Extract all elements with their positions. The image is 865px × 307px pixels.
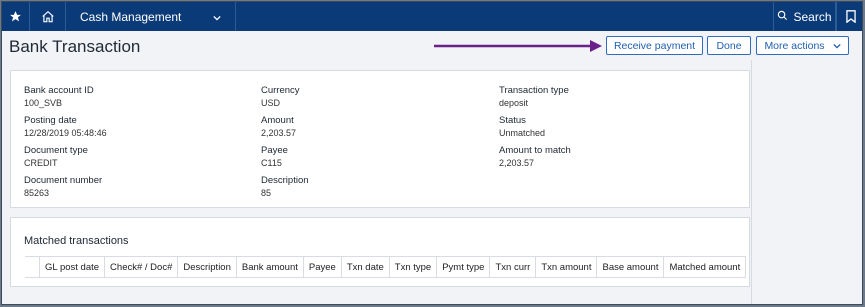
nav-spacer bbox=[236, 2, 774, 31]
field-value: 100_SVB bbox=[24, 98, 63, 108]
page-title: Bank Transaction bbox=[9, 37, 141, 56]
column-header[interactable]: Bank amount bbox=[237, 257, 304, 277]
matched-transactions-panel: Matched transactions GL post date Check#… bbox=[10, 217, 750, 287]
column-header[interactable]: GL post date bbox=[40, 257, 106, 277]
search-button[interactable]: Search bbox=[774, 2, 836, 31]
field-document-number: Document number 85263 bbox=[24, 174, 102, 200]
field-value: deposit bbox=[499, 98, 529, 108]
field-value: CREDIT bbox=[24, 158, 58, 168]
field-payee: Payee C115 bbox=[261, 144, 288, 170]
panel-divider bbox=[751, 60, 752, 304]
chevron-down-icon bbox=[213, 10, 221, 24]
column-header[interactable]: Txn curr bbox=[490, 257, 537, 277]
more-actions-label: More actions bbox=[764, 39, 825, 52]
table-row-selector-column bbox=[25, 257, 40, 277]
column-header[interactable]: Txn type bbox=[390, 257, 438, 277]
field-label: Currency bbox=[261, 85, 300, 96]
column-header[interactable]: Base amount bbox=[597, 257, 665, 277]
transaction-details-panel: Bank account ID 100_SVB Posting date 12/… bbox=[10, 70, 750, 208]
field-amount: Amount 2,203.57 bbox=[261, 114, 296, 140]
field-label: Status bbox=[499, 115, 526, 126]
module-dropdown[interactable]: Cash Management bbox=[66, 2, 236, 31]
matched-table-header: GL post date Check# / Doc# Description B… bbox=[25, 256, 747, 278]
field-label: Amount bbox=[261, 115, 294, 126]
bookmark-icon[interactable] bbox=[836, 2, 862, 31]
field-label: Posting date bbox=[24, 115, 77, 126]
module-label: Cash Management bbox=[80, 9, 182, 24]
receive-payment-button[interactable]: Receive payment bbox=[606, 36, 703, 55]
field-label: Payee bbox=[261, 145, 288, 156]
field-amount-to-match: Amount to match 2,203.57 bbox=[499, 144, 571, 170]
search-icon bbox=[777, 10, 788, 24]
section-title: Matched transactions bbox=[24, 235, 129, 247]
column-header[interactable]: Check# / Doc# bbox=[105, 257, 179, 277]
column-header[interactable]: Matched amount bbox=[664, 257, 747, 277]
field-label: Description bbox=[261, 175, 309, 186]
field-value: 2,203.57 bbox=[261, 128, 297, 138]
field-posting-date: Posting date 12/28/2019 05:48:46 bbox=[24, 114, 107, 140]
home-icon[interactable] bbox=[30, 2, 66, 31]
annotation-arrow-icon bbox=[434, 40, 602, 52]
field-value: 12/28/2019 05:48:46 bbox=[24, 128, 107, 138]
field-transaction-type: Transaction type deposit bbox=[499, 84, 569, 110]
chevron-down-icon bbox=[832, 40, 841, 52]
column-header[interactable]: Txn date bbox=[342, 257, 390, 277]
done-button[interactable]: Done bbox=[707, 36, 751, 55]
field-document-type: Document type CREDIT bbox=[24, 144, 88, 170]
field-value: Unmatched bbox=[499, 128, 546, 138]
field-label: Document type bbox=[24, 145, 88, 156]
receive-payment-label: Receive payment bbox=[613, 39, 696, 52]
field-value: USD bbox=[261, 98, 281, 108]
favorites-star-icon[interactable] bbox=[2, 2, 30, 31]
field-bank-account-id: Bank account ID 100_SVB bbox=[24, 84, 94, 110]
field-label: Document number bbox=[24, 175, 103, 186]
top-nav: Cash Management Search bbox=[2, 2, 862, 31]
field-value: 85 bbox=[261, 188, 272, 198]
field-value: 2,203.57 bbox=[499, 158, 535, 168]
column-header[interactable]: Description bbox=[178, 257, 237, 277]
column-header[interactable]: Txn amount bbox=[536, 257, 598, 277]
field-label: Transaction type bbox=[499, 85, 569, 96]
column-header[interactable]: Pymt type bbox=[437, 257, 491, 277]
field-status: Status Unmatched bbox=[499, 114, 545, 140]
field-value: C115 bbox=[261, 158, 282, 168]
field-label: Bank account ID bbox=[24, 85, 94, 96]
field-label: Amount to match bbox=[499, 145, 571, 156]
field-currency: Currency USD bbox=[261, 84, 300, 110]
search-label: Search bbox=[793, 9, 832, 24]
more-actions-button[interactable]: More actions bbox=[756, 36, 849, 55]
column-header[interactable]: Payee bbox=[304, 257, 342, 277]
field-description: Description 85 bbox=[261, 174, 309, 200]
field-value: 85263 bbox=[24, 188, 50, 198]
done-label: Done bbox=[716, 39, 742, 52]
app-window: Cash Management Search Bank Transaction … bbox=[1, 1, 863, 305]
